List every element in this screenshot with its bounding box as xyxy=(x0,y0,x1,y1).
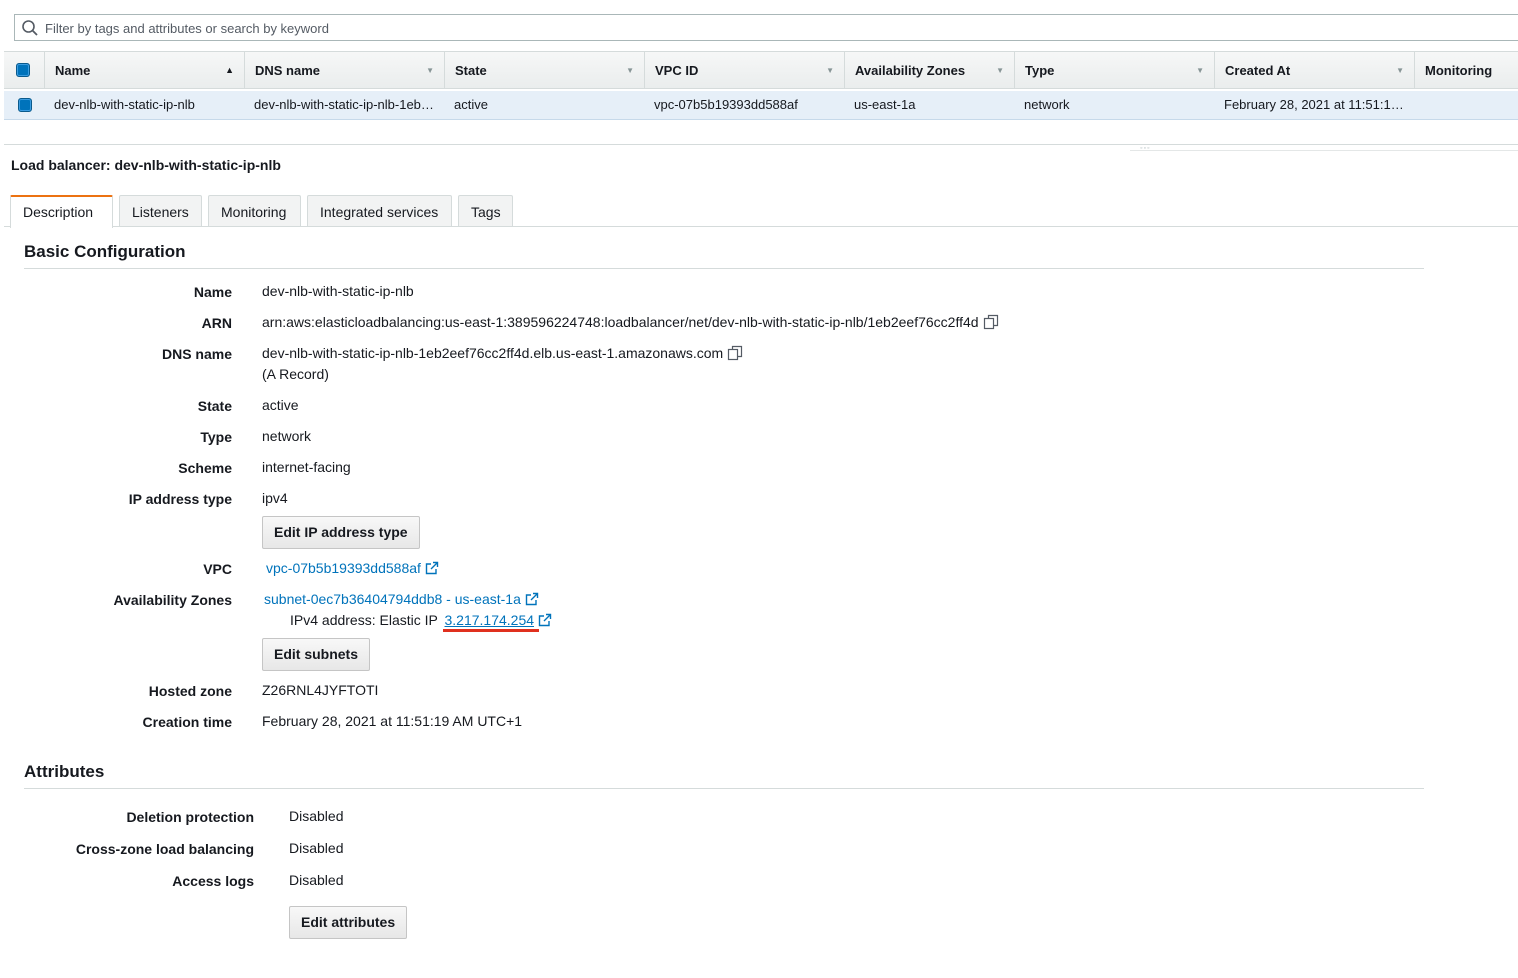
tab-listeners[interactable]: Listeners xyxy=(119,195,202,227)
column-header-name[interactable]: Name ▲ xyxy=(44,52,244,89)
edit-ip-address-type-button[interactable]: Edit IP address type xyxy=(262,516,420,549)
value-hosted-zone: Z26RNL4JYFTOTI xyxy=(262,682,379,698)
value-subnet-row: subnet-0ec7b36404794ddb8 - us-east-1a xyxy=(264,591,539,607)
sort-icon: ▼ xyxy=(626,66,634,75)
cell-monitoring xyxy=(1424,91,1514,119)
value-type: network xyxy=(262,428,312,444)
sort-icon: ▼ xyxy=(1396,66,1404,75)
column-label: Name xyxy=(55,63,91,78)
cell-availability-zones: us-east-1a xyxy=(854,97,916,112)
value-dns-name: dev-nlb-with-static-ip-nlb-1eb2eef76cc2f… xyxy=(262,345,724,361)
tab-integrated-services[interactable]: Integrated services xyxy=(307,195,452,227)
column-label: Availability Zones xyxy=(855,63,966,78)
search-input[interactable] xyxy=(43,18,1443,38)
section-heading-basic-configuration: Basic Configuration xyxy=(24,242,186,261)
tab-underline xyxy=(4,226,1518,227)
select-all-checkbox[interactable] xyxy=(16,63,30,77)
value-state: active xyxy=(262,397,299,413)
cell-created-at: February 28, 2021 at 11:51:1… xyxy=(1224,97,1404,112)
tab-monitoring[interactable]: Monitoring xyxy=(208,195,301,227)
cell-state: active xyxy=(454,97,488,112)
tab-description[interactable]: Description xyxy=(10,195,113,228)
label-access-logs: Access logs xyxy=(172,873,254,889)
column-label: VPC ID xyxy=(655,63,699,78)
value-ip-address-type: ipv4 xyxy=(262,490,288,506)
column-header-vpc-id[interactable]: VPC ID ▼ xyxy=(644,52,844,89)
sort-icon: ▼ xyxy=(1196,66,1204,75)
cell-type: network xyxy=(1024,97,1070,112)
label-deletion-protection: Deletion protection xyxy=(126,809,254,825)
red-highlight-underline xyxy=(443,629,539,632)
panel-divider xyxy=(4,144,1518,145)
vpc-link[interactable]: vpc-07b5b19393dd588af xyxy=(266,560,421,576)
value-cross-zone-load-balancing: Disabled xyxy=(289,840,344,856)
tab-tags[interactable]: Tags xyxy=(458,195,513,227)
cell-vpc-id: vpc-07b5b19393dd588af xyxy=(654,97,798,112)
sort-icon: ▼ xyxy=(996,66,1004,75)
sort-ascending-icon: ▲ xyxy=(225,65,234,75)
table-row[interactable]: dev-nlb-with-static-ip-nlb dev-nlb-with-… xyxy=(4,91,1518,120)
search-icon xyxy=(22,20,38,36)
external-link-icon[interactable] xyxy=(425,561,439,575)
value-scheme: internet-facing xyxy=(262,459,351,475)
column-label: DNS name xyxy=(255,63,321,78)
column-header-type[interactable]: Type ▼ xyxy=(1014,52,1214,89)
elastic-ip-link[interactable]: 3.217.174.254 xyxy=(444,612,534,628)
label-vpc: VPC xyxy=(203,561,232,577)
column-label: Type xyxy=(1025,63,1055,78)
filter-bar xyxy=(14,14,1518,41)
label-name: Name xyxy=(193,284,232,300)
edit-attributes-button[interactable]: Edit attributes xyxy=(289,906,408,939)
column-label: Monitoring xyxy=(1425,63,1493,78)
table-header: Name ▲ DNS name ▼ State ▼ VPC ID ▼ Avail… xyxy=(4,51,1518,89)
value-arn: arn:aws:elasticloadbalancing:us-east-1:3… xyxy=(262,314,979,330)
column-label: Created At xyxy=(1225,63,1291,78)
label-type: Type xyxy=(200,429,232,445)
cell-dns-name: dev-nlb-with-static-ip-nlb-1eb… xyxy=(254,97,434,112)
copy-icon[interactable] xyxy=(727,345,743,361)
value-arn-row: arn:aws:elasticloadbalancing:us-east-1:3… xyxy=(262,314,999,330)
value-access-logs: Disabled xyxy=(289,872,344,888)
external-link-icon[interactable] xyxy=(525,592,539,606)
column-label: State xyxy=(455,63,487,78)
sort-icon: ▼ xyxy=(426,66,434,75)
value-dns-row: dev-nlb-with-static-ip-nlb-1eb2eef76cc2f… xyxy=(262,345,743,361)
label-availability-zones: Availability Zones xyxy=(113,592,232,608)
subnet-link[interactable]: subnet-0ec7b36404794ddb8 - us-east-1a xyxy=(264,591,521,607)
external-link-icon[interactable] xyxy=(538,613,552,627)
copy-icon[interactable] xyxy=(983,314,999,330)
section-heading-attributes: Attributes xyxy=(24,762,105,781)
value-vpc-row: vpc-07b5b19393dd588af xyxy=(266,560,439,576)
label-hosted-zone: Hosted zone xyxy=(148,683,232,699)
ipv4-prefix: IPv4 address: Elastic IP xyxy=(290,612,438,628)
column-header-monitoring[interactable]: Monitoring xyxy=(1414,52,1518,89)
label-arn: ARN xyxy=(201,315,232,331)
label-ip-address-type: IP address type xyxy=(128,491,232,507)
value-deletion-protection: Disabled xyxy=(289,808,344,824)
label-cross-zone-load-balancing: Cross-zone load balancing xyxy=(75,841,254,857)
label-dns-name: DNS name xyxy=(161,346,232,362)
row-checkbox[interactable] xyxy=(18,98,32,112)
value-ipv4-row: IPv4 address: Elastic IP 3.217.174.254 xyxy=(290,612,552,628)
value-name: dev-nlb-with-static-ip-nlb xyxy=(262,283,414,299)
label-creation-time: Creation time xyxy=(142,714,232,730)
value-creation-time: February 28, 2021 at 11:51:19 AM UTC+1 xyxy=(262,713,523,729)
edit-subnets-button[interactable]: Edit subnets xyxy=(262,638,371,671)
resize-handle[interactable]: ◦◦◦ xyxy=(1140,145,1168,152)
sort-icon: ▼ xyxy=(826,66,834,75)
section-rule xyxy=(24,788,1424,789)
value-dns-record: (A Record) xyxy=(262,366,329,382)
column-header-availability-zones[interactable]: Availability Zones ▼ xyxy=(844,52,1014,89)
section-rule xyxy=(24,268,1424,269)
label-scheme: Scheme xyxy=(178,460,232,476)
column-header-state[interactable]: State ▼ xyxy=(444,52,644,89)
detail-title: Load balancer: dev-nlb-with-static-ip-nl… xyxy=(11,157,281,173)
column-header-dns-name[interactable]: DNS name ▼ xyxy=(244,52,444,89)
cell-name: dev-nlb-with-static-ip-nlb xyxy=(54,97,195,112)
column-header-created-at[interactable]: Created At ▼ xyxy=(1214,52,1414,89)
label-state: State xyxy=(197,398,232,414)
panel-divider xyxy=(1130,150,1518,151)
